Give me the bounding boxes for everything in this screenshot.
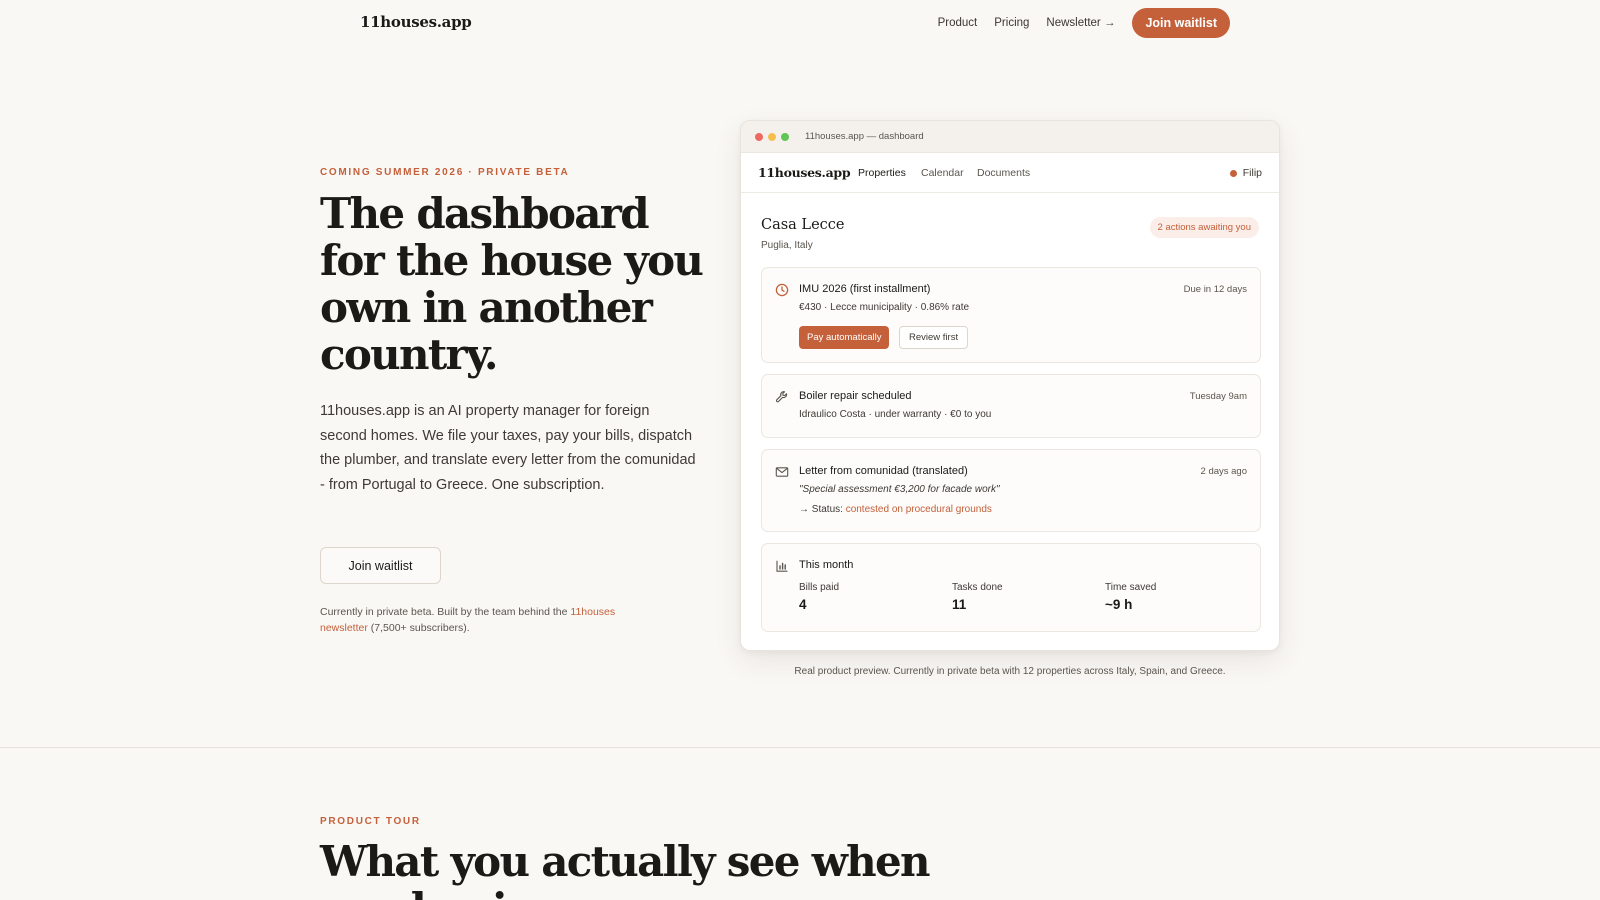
task-card-imu[interactable]: IMU 2026 (first installment) Due in 12 d…: [761, 267, 1261, 363]
stat-value: ~9 h: [1105, 597, 1133, 612]
stat-label: Bills paid: [799, 582, 840, 593]
stat-tasks-done: Tasks done 11: [952, 582, 1003, 612]
stat-label: Tasks done: [952, 582, 1003, 593]
status-prefix: → Status:: [799, 504, 846, 515]
tab-calendar[interactable]: Calendar: [921, 167, 964, 179]
nav-link-product[interactable]: Product: [938, 17, 978, 29]
task-details: €430 · Lecce municipality · 0.86% rate: [799, 302, 970, 313]
nav-join-waitlist-button[interactable]: Join waitlist: [1132, 8, 1230, 38]
review-first-button[interactable]: Review first: [899, 326, 969, 349]
status-link[interactable]: contested on procedural grounds: [846, 504, 992, 515]
pay-automatically-button[interactable]: Pay automatically: [799, 326, 890, 349]
window-title: 11houses.app — dashboard: [805, 131, 924, 142]
hero-note-prefix: Currently in private beta. Built by the …: [320, 606, 571, 618]
wrench-icon: [775, 391, 788, 403]
tab-documents[interactable]: Documents: [977, 167, 1030, 179]
tour-title: What you actually see when you log in: [320, 837, 931, 900]
section-divider: [0, 747, 1600, 748]
app-brand[interactable]: 11houses.app: [758, 165, 851, 180]
task-time: Tuesday 9am: [1189, 391, 1247, 402]
stat-value: 4: [799, 597, 807, 612]
hero-join-waitlist-button[interactable]: Join waitlist: [320, 547, 441, 584]
app-header: 11houses.app Properties Calendar Documen…: [741, 153, 1279, 193]
hero-title: The dashboard for the house you own in a…: [320, 189, 704, 379]
minimize-dot-icon: [768, 133, 776, 141]
property-location: Puglia, Italy: [761, 240, 813, 251]
top-nav: 11houses.app Product Pricing Newsletter …: [0, 0, 1600, 46]
stat-label: Time saved: [1105, 582, 1157, 593]
close-dot-icon: [755, 133, 763, 141]
dashboard-preview-window: 11houses.app — dashboard 11houses.app Pr…: [740, 120, 1280, 651]
mail-icon: [775, 467, 789, 477]
task-title: IMU 2026 (first installment): [799, 283, 931, 295]
hero-eyebrow: COMING SUMMER 2026 · PRIVATE BETA: [320, 167, 570, 178]
clock-icon: [775, 283, 789, 297]
bar-chart-icon: [776, 560, 788, 572]
task-card-boiler[interactable]: Boiler repair scheduled Tuesday 9am Idra…: [761, 374, 1261, 438]
tour-eyebrow: PRODUCT TOUR: [320, 816, 421, 827]
monthly-summary-card: This month Bills paid 4 Tasks done 11 Ti…: [761, 543, 1261, 632]
brand-logo[interactable]: 11houses.app: [360, 13, 472, 31]
tab-properties[interactable]: Properties: [858, 167, 906, 179]
user-name: Filip: [1242, 167, 1262, 179]
letter-status: → Status: contested on procedural ground…: [799, 504, 992, 515]
letter-quote: "Special assessment €3,200 for facade wo…: [799, 484, 1000, 495]
task-details: Idraulico Costa · under warranty · €0 to…: [799, 409, 992, 420]
task-time: 2 days ago: [1200, 466, 1247, 477]
nav-links: Product Pricing Newsletter → Join waitli…: [921, 8, 1230, 38]
task-card-letter[interactable]: Letter from comunidad (translated) 2 day…: [761, 449, 1261, 532]
stat-time-saved: Time saved ~9 h: [1105, 582, 1156, 612]
summary-title: This month: [799, 559, 854, 571]
property-name: Casa Lecce: [761, 217, 845, 233]
task-due: Due in 12 days: [1183, 284, 1247, 295]
actions-badge[interactable]: 2 actions awaiting you: [1149, 217, 1259, 238]
nav-link-pricing[interactable]: Pricing: [994, 17, 1029, 29]
hero-description: 11houses.app is an AI property manager f…: [320, 403, 696, 493]
task-title: Boiler repair scheduled: [799, 390, 912, 402]
stat-value: 11: [952, 597, 967, 612]
nav-link-newsletter[interactable]: Newsletter →: [1046, 17, 1115, 29]
preview-caption: Real product preview. Currently in priva…: [794, 666, 1226, 677]
maximize-dot-icon: [781, 133, 789, 141]
window-titlebar: 11houses.app — dashboard: [741, 121, 1279, 153]
user-menu[interactable]: Filip: [1229, 167, 1262, 179]
task-title: Letter from comunidad (translated): [799, 465, 968, 477]
stat-bills-paid: Bills paid 4: [799, 582, 839, 612]
hero-note: Currently in private beta. Built by the …: [320, 604, 650, 636]
hero-note-suffix: (7,500+ subscribers).: [367, 622, 470, 634]
status-dot-icon: [1229, 169, 1237, 177]
